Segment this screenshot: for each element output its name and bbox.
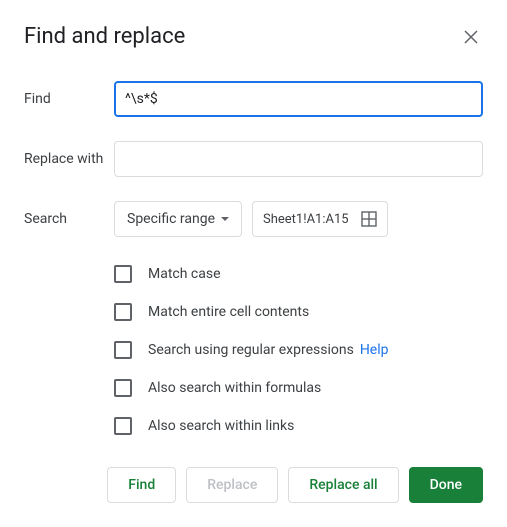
replace-button[interactable]: Replace <box>186 467 278 503</box>
replace-all-button[interactable]: Replace all <box>288 467 398 503</box>
replace-with-input[interactable] <box>114 141 483 177</box>
search-formulas-checkbox[interactable] <box>114 379 132 397</box>
search-scope-dropdown-label: Specific range <box>127 211 215 227</box>
find-input[interactable] <box>114 81 483 117</box>
grid-select-icon <box>361 211 377 227</box>
search-label: Search <box>24 211 114 227</box>
range-text: Sheet1!A1:A15 <box>263 212 349 227</box>
close-button[interactable] <box>459 25 483 49</box>
close-icon <box>464 30 478 44</box>
search-scope-dropdown[interactable]: Specific range <box>114 201 242 237</box>
search-links-checkbox[interactable] <box>114 417 132 435</box>
done-button[interactable]: Done <box>409 467 483 503</box>
find-button[interactable]: Find <box>107 467 176 503</box>
chevron-down-icon <box>221 217 229 221</box>
search-links-label: Also search within links <box>148 418 294 434</box>
find-label: Find <box>24 91 114 107</box>
search-formulas-label: Also search within formulas <box>148 380 321 396</box>
regex-checkbox[interactable] <box>114 341 132 359</box>
match-case-checkbox[interactable] <box>114 265 132 283</box>
regex-label: Search using regular expressions <box>148 342 354 358</box>
range-selector[interactable]: Sheet1!A1:A15 <box>252 201 388 237</box>
match-entire-cell-label: Match entire cell contents <box>148 304 309 320</box>
match-case-label: Match case <box>148 266 221 282</box>
match-entire-cell-checkbox[interactable] <box>114 303 132 321</box>
replace-with-label: Replace with <box>24 151 114 167</box>
regex-help-link[interactable]: Help <box>360 342 389 358</box>
dialog-title: Find and replace <box>24 24 185 49</box>
